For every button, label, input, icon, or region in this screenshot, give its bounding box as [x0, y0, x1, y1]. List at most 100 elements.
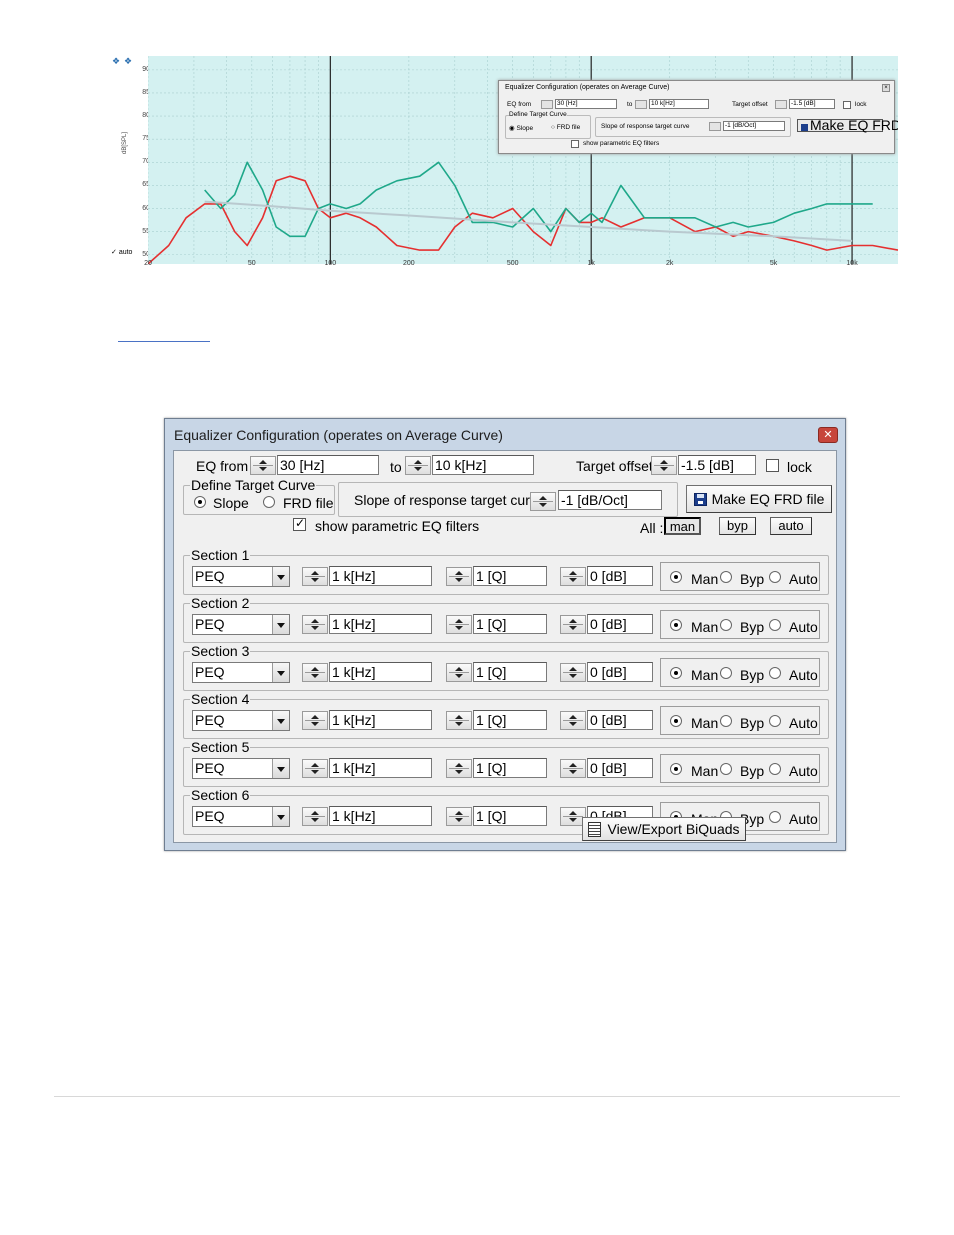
freq-spinner[interactable] — [302, 567, 328, 586]
frd-radio[interactable] — [263, 496, 275, 508]
mini-make-eq-button[interactable]: Make EQ FRD file — [797, 118, 898, 132]
to-field[interactable]: 10 k[Hz] — [432, 455, 534, 475]
q-field[interactable]: 1 [Q] — [473, 662, 547, 682]
eq-from-spinner[interactable] — [250, 456, 276, 475]
gain-field[interactable]: 0 [dB] — [587, 662, 653, 682]
mini-target-offset-field[interactable]: -1.5 [dB] — [789, 99, 835, 109]
byp-radio[interactable] — [720, 763, 732, 775]
man-radio[interactable] — [670, 571, 682, 583]
chevron-down-icon[interactable] — [272, 567, 289, 586]
slope-resp-field[interactable]: -1 [dB/Oct] — [558, 490, 662, 510]
mini-show-filters-checkbox[interactable] — [571, 140, 579, 148]
eq-from-field[interactable]: 30 [Hz] — [277, 455, 379, 475]
auto-radio[interactable] — [769, 811, 781, 823]
slope-radio[interactable] — [194, 496, 206, 508]
gain-spinner[interactable] — [560, 615, 586, 634]
all-auto-button[interactable]: auto — [770, 517, 812, 535]
man-radio[interactable] — [670, 619, 682, 631]
byp-radio[interactable] — [720, 571, 732, 583]
mini-to-field[interactable]: 10 k[Hz] — [649, 99, 709, 109]
mini-to-spinner[interactable] — [635, 100, 647, 109]
man-radio[interactable] — [670, 763, 682, 775]
gain-field[interactable]: 0 [dB] — [587, 710, 653, 730]
chevron-down-icon[interactable] — [272, 711, 289, 730]
q-field[interactable]: 1 [Q] — [473, 710, 547, 730]
mini-slope-resp-spinner[interactable] — [709, 122, 721, 131]
mini-eq-from-spinner[interactable] — [541, 100, 553, 109]
zoom-icon[interactable]: ❖ — [112, 56, 120, 67]
lock-checkbox[interactable] — [766, 459, 779, 472]
q-field[interactable]: 1 [Q] — [473, 566, 547, 586]
section-label: Section 1 — [190, 547, 251, 563]
q-spinner[interactable] — [446, 711, 472, 730]
man-radio[interactable] — [670, 667, 682, 679]
all-byp-button[interactable]: byp — [719, 517, 756, 535]
filter-type-select[interactable]: PEQ — [192, 662, 290, 683]
auto-radio[interactable] — [769, 763, 781, 775]
filter-type-select[interactable]: PEQ — [192, 566, 290, 587]
target-offset-field[interactable]: -1.5 [dB] — [678, 455, 756, 475]
freq-field[interactable]: 1 k[Hz] — [329, 566, 432, 586]
q-spinner[interactable] — [446, 807, 472, 826]
make-eq-frd-button[interactable]: Make EQ FRD file — [686, 485, 832, 513]
mini-lock-checkbox[interactable] — [843, 101, 851, 109]
freq-field[interactable]: 1 k[Hz] — [329, 662, 432, 682]
mini-slope-radio[interactable]: ◉ Slope — [509, 124, 533, 132]
target-offset-spinner[interactable] — [651, 456, 677, 475]
mini-close-icon[interactable]: × — [882, 84, 890, 92]
freq-field[interactable]: 1 k[Hz] — [329, 710, 432, 730]
freq-spinner[interactable] — [302, 615, 328, 634]
q-field[interactable]: 1 [Q] — [473, 806, 547, 826]
chevron-down-icon[interactable] — [272, 663, 289, 682]
freq-field[interactable]: 1 k[Hz] — [329, 758, 432, 778]
q-field[interactable]: 1 [Q] — [473, 758, 547, 778]
chevron-down-icon[interactable] — [272, 615, 289, 634]
auto-radio[interactable] — [769, 619, 781, 631]
auto-radio[interactable] — [769, 715, 781, 727]
byp-radio[interactable] — [720, 667, 732, 679]
mini-slope-resp-field[interactable]: -1 [dB/Oct] — [723, 121, 785, 131]
gain-field[interactable]: 0 [dB] — [587, 758, 653, 778]
gain-field[interactable]: 0 [dB] — [587, 614, 653, 634]
filter-type-select[interactable]: PEQ — [192, 710, 290, 731]
slope-resp-spinner[interactable] — [530, 492, 556, 511]
q-field[interactable]: 1 [Q] — [473, 614, 547, 634]
link-underline[interactable] — [118, 341, 210, 342]
filter-type-select[interactable]: PEQ — [192, 614, 290, 635]
man-radio[interactable] — [670, 715, 682, 727]
byp-radio[interactable] — [720, 619, 732, 631]
chevron-down-icon[interactable] — [272, 759, 289, 778]
q-spinner[interactable] — [446, 663, 472, 682]
view-export-biquads-button[interactable]: View/Export BiQuads — [582, 817, 746, 841]
freq-spinner[interactable] — [302, 759, 328, 778]
auto-check[interactable]: ✓ auto — [111, 248, 132, 256]
pan-icon[interactable]: ❖ — [124, 56, 132, 67]
chevron-down-icon[interactable] — [272, 807, 289, 826]
freq-field[interactable]: 1 k[Hz] — [329, 806, 432, 826]
to-spinner[interactable] — [405, 456, 431, 475]
gain-spinner[interactable] — [560, 663, 586, 682]
freq-field[interactable]: 1 k[Hz] — [329, 614, 432, 634]
mini-target-offset-spinner[interactable] — [775, 100, 787, 109]
mini-eq-from-field[interactable]: 30 [Hz] — [555, 99, 617, 109]
list-icon — [588, 822, 602, 837]
q-spinner[interactable] — [446, 615, 472, 634]
show-filters-checkbox[interactable] — [293, 516, 306, 531]
q-spinner[interactable] — [446, 759, 472, 778]
close-icon[interactable]: ✕ — [818, 427, 838, 443]
gain-spinner[interactable] — [560, 711, 586, 730]
auto-radio[interactable] — [769, 571, 781, 583]
freq-spinner[interactable] — [302, 663, 328, 682]
gain-field[interactable]: 0 [dB] — [587, 566, 653, 586]
auto-radio[interactable] — [769, 667, 781, 679]
filter-type-select[interactable]: PEQ — [192, 806, 290, 827]
gain-spinner[interactable] — [560, 567, 586, 586]
gain-spinner[interactable] — [560, 759, 586, 778]
freq-spinner[interactable] — [302, 807, 328, 826]
freq-spinner[interactable] — [302, 711, 328, 730]
q-spinner[interactable] — [446, 567, 472, 586]
byp-radio[interactable] — [720, 715, 732, 727]
filter-type-select[interactable]: PEQ — [192, 758, 290, 779]
mini-frd-radio[interactable]: ○ FRD file — [551, 124, 580, 131]
all-man-button[interactable]: man — [664, 517, 701, 535]
